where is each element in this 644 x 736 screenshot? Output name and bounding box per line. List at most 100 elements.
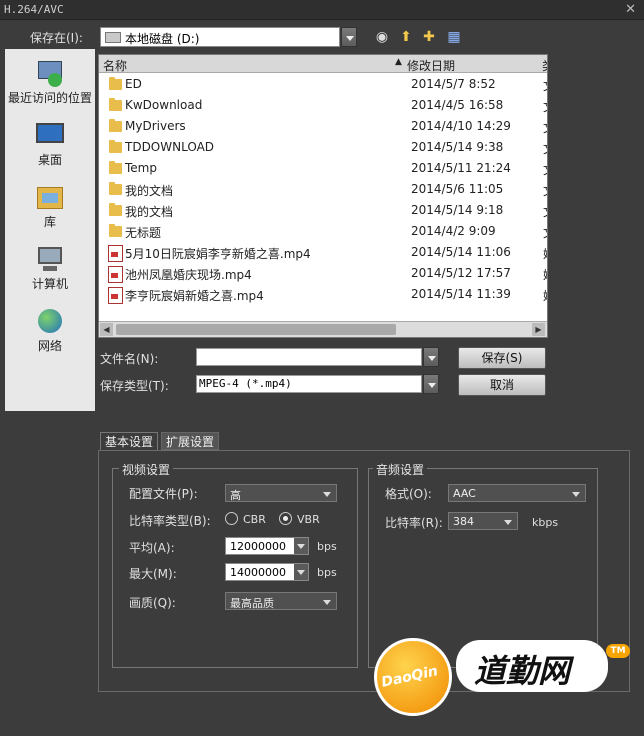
audio-bitrate-dropdown[interactable]: 384 <box>448 512 518 530</box>
close-icon[interactable]: ✕ <box>625 2 636 17</box>
scroll-thumb[interactable] <box>116 324 396 335</box>
file-row[interactable]: 无标题 2014/4/2 9:09 文 <box>99 221 547 242</box>
chevron-down-icon[interactable] <box>294 538 308 554</box>
desktop-icon <box>34 121 66 149</box>
folder-icon <box>109 203 122 216</box>
audio-bitrate-value: 384 <box>453 515 474 528</box>
save-in-dropdown[interactable] <box>341 27 357 47</box>
cbr-label: CBR <box>243 513 266 526</box>
filetype-combo[interactable]: MPEG-4 (*.mp4) <box>196 375 422 393</box>
scroll-right-icon[interactable]: ▶ <box>532 323 545 336</box>
column-date[interactable]: 修改日期 <box>407 57 455 74</box>
tab-advanced[interactable]: 扩展设置 <box>161 432 220 450</box>
file-date: 2014/5/14 9:38 <box>411 140 504 154</box>
save-button[interactable]: 保存(S) <box>458 347 546 369</box>
trademark-badge: TM <box>606 644 630 658</box>
quality-dropdown[interactable]: 最高品质 <box>225 592 337 610</box>
file-name: 我的文档 <box>125 205 174 219</box>
drive-icon <box>105 32 121 43</box>
place-network[interactable]: 网络 <box>5 307 95 354</box>
place-libraries[interactable]: 库 <box>5 183 95 230</box>
file-date: 2014/4/10 14:29 <box>411 119 511 133</box>
file-row[interactable]: MyDrivers 2014/4/10 14:29 文 <box>99 116 547 137</box>
profile-value: 高 <box>230 489 241 502</box>
column-type[interactable]: 类 <box>542 57 547 74</box>
audio-group-title: 音频设置 <box>373 461 428 478</box>
folder-icon <box>109 140 122 153</box>
folder-icon <box>109 224 122 237</box>
filename-input[interactable] <box>196 348 422 366</box>
place-desktop[interactable]: 桌面 <box>5 121 95 168</box>
quality-value: 最高品质 <box>230 597 274 610</box>
format-label: 格式(O): <box>385 487 432 501</box>
file-row[interactable]: 我的文档 2014/5/14 9:18 文 <box>99 200 547 221</box>
file-name: MyDrivers <box>125 119 186 133</box>
file-name: TDDOWNLOAD <box>125 140 215 154</box>
horizontal-scrollbar[interactable]: ◀ ▶ <box>99 321 547 337</box>
file-name: KwDownload <box>125 98 203 112</box>
place-label: 库 <box>43 215 56 229</box>
place-recent[interactable]: 最近访问的位置 <box>5 59 95 106</box>
file-type: 文 <box>543 77 547 94</box>
file-type: 文 <box>543 98 547 115</box>
file-row[interactable]: KwDownload 2014/4/5 16:58 文 <box>99 95 547 116</box>
file-type: 文 <box>543 203 547 220</box>
file-date: 2014/4/2 9:09 <box>411 224 496 238</box>
file-date: 2014/5/11 21:24 <box>411 161 511 175</box>
profile-label: 配置文件(P): <box>129 487 198 501</box>
folder-icon <box>109 119 122 132</box>
network-icon <box>34 307 66 335</box>
file-date: 2014/5/14 11:06 <box>411 245 511 259</box>
watermark-text-bg: 道勤网 <box>456 640 608 692</box>
column-name[interactable]: 名称 <box>103 57 127 74</box>
filename-dropdown[interactable] <box>423 347 439 367</box>
new-folder-icon[interactable]: ✚ <box>419 27 439 47</box>
file-type: 文 <box>543 140 547 157</box>
cbr-radio[interactable] <box>225 512 238 525</box>
scroll-left-icon[interactable]: ◀ <box>100 323 113 336</box>
place-label: 最近访问的位置 <box>7 91 92 105</box>
file-date: 2014/5/7 8:52 <box>411 77 496 91</box>
chevron-down-icon[interactable] <box>294 564 308 580</box>
save-in-value: 本地磁盘 (D:) <box>125 32 200 46</box>
place-computer[interactable]: 计算机 <box>5 245 95 292</box>
video-file-icon <box>108 287 123 304</box>
video-group-title: 视频设置 <box>119 461 174 478</box>
file-row[interactable]: TDDOWNLOAD 2014/5/14 9:38 文 <box>99 137 547 158</box>
average-bitrate-combo[interactable]: 12000000 <box>225 537 309 555</box>
file-list[interactable]: 名称 ▲ 修改日期 类 ED 2014/5/7 8:52 文 KwDownload 20… <box>98 54 548 338</box>
audio-bitrate-label: 比特率(R): <box>385 516 443 530</box>
profile-dropdown[interactable]: 高 <box>225 484 337 502</box>
file-date: 2014/5/12 17:57 <box>411 266 511 280</box>
max-bitrate-combo[interactable]: 14000000 <box>225 563 309 581</box>
audio-format-dropdown[interactable]: AAC <box>448 484 586 502</box>
file-name: 池州凤凰婚庆现场.mp4 <box>125 268 252 282</box>
file-name: 5月10日阮宸娟李亨新婚之喜.mp4 <box>125 247 311 261</box>
file-row[interactable]: ED 2014/5/7 8:52 文 <box>99 74 547 95</box>
watermark-text: 道勤网 <box>474 652 571 690</box>
window-title: H.264/AVC <box>4 3 64 16</box>
back-icon[interactable]: ◉ <box>372 27 392 47</box>
file-name: 我的文档 <box>125 184 174 198</box>
up-folder-icon[interactable]: ⬆ <box>396 27 416 47</box>
format-value: AAC <box>453 487 476 500</box>
file-type: 文 <box>543 182 547 199</box>
file-row[interactable]: 李亨阮宸娟新婚之喜.mp4 2014/5/14 11:39 媒 <box>99 284 547 305</box>
save-in-combo[interactable]: 本地磁盘 (D:) <box>100 27 340 47</box>
file-row[interactable]: 5月10日阮宸娟李亨新婚之喜.mp4 2014/5/14 11:06 媒 <box>99 242 547 263</box>
file-date: 2014/5/14 11:39 <box>411 287 511 301</box>
filetype-dropdown[interactable] <box>423 374 439 394</box>
vbr-radio[interactable] <box>279 512 292 525</box>
view-menu-icon[interactable]: ▦ <box>444 27 464 47</box>
tab-basic[interactable]: 基本设置 <box>100 432 159 450</box>
folder-icon <box>109 98 122 111</box>
cancel-button[interactable]: 取消 <box>458 374 546 396</box>
place-label: 网络 <box>37 339 62 353</box>
watermark-badge-text: DaoQin <box>379 663 440 691</box>
file-list-header: 名称 ▲ 修改日期 类 <box>99 55 547 73</box>
file-row[interactable]: Temp 2014/5/11 21:24 文 <box>99 158 547 179</box>
max-value: 14000000 <box>230 566 286 579</box>
file-row[interactable]: 我的文档 2014/5/6 11:05 文 <box>99 179 547 200</box>
file-row[interactable]: 池州凤凰婚庆现场.mp4 2014/5/12 17:57 媒 <box>99 263 547 284</box>
file-type: 文 <box>543 119 547 136</box>
